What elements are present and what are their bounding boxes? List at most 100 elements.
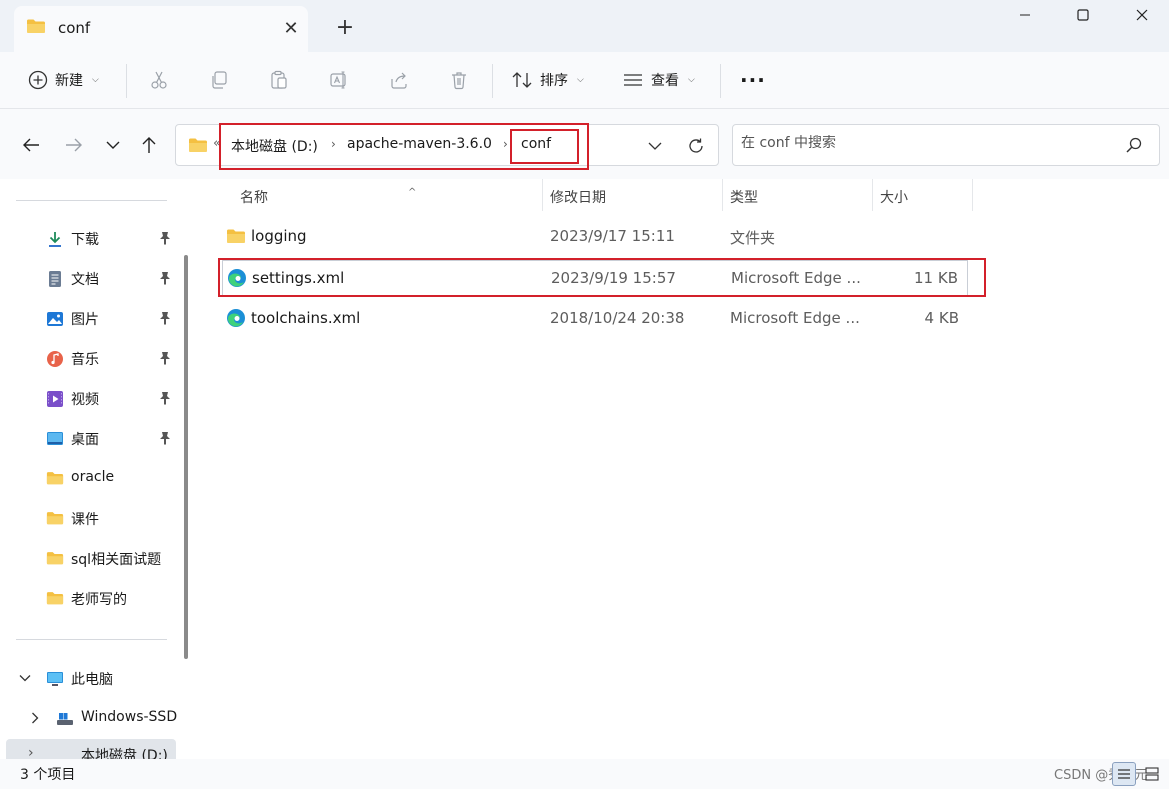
- nav-item-windows-ssd[interactable]: Windows-SSD: [0, 699, 196, 739]
- nav-scrollbar[interactable]: [184, 255, 188, 659]
- back-button[interactable]: [16, 130, 46, 160]
- pin-icon[interactable]: [159, 351, 171, 369]
- nav-item-this-pc[interactable]: 此电脑: [0, 659, 180, 699]
- folder-icon: [46, 550, 64, 568]
- file-row[interactable]: settings.xml 2023/9/19 15:57 Microsoft E…: [222, 260, 968, 296]
- edge-icon: [226, 309, 246, 332]
- pin-icon[interactable]: [159, 431, 171, 449]
- pin-icon[interactable]: [159, 391, 171, 409]
- video-icon: [46, 390, 64, 408]
- toolbar-divider: [720, 64, 721, 98]
- chevron-right-icon[interactable]: ›: [331, 137, 336, 151]
- sort-ascending-icon: ^: [408, 187, 417, 198]
- nav-item-music[interactable]: 音乐: [0, 339, 180, 379]
- copy-icon[interactable]: [205, 66, 233, 94]
- breadcrumb-apache-maven[interactable]: apache-maven-3.6.0: [347, 136, 492, 152]
- computer-icon: [46, 670, 64, 688]
- search-input[interactable]: [741, 135, 1111, 151]
- column-header-size[interactable]: 大小: [872, 179, 972, 211]
- search-icon[interactable]: [1125, 136, 1143, 158]
- chevron-down-icon[interactable]: [18, 671, 32, 685]
- address-bar[interactable]: « 本地磁盘 (D:) › apache-maven-3.6.0 › conf: [175, 124, 719, 166]
- nav-item-desktop[interactable]: 桌面: [0, 419, 180, 459]
- view-button-label: 查看: [651, 73, 679, 89]
- nav-item-label: oracle: [71, 469, 115, 485]
- file-name: logging: [251, 227, 307, 245]
- file-size: 11 KB: [914, 269, 958, 287]
- nav-item-label: 桌面: [71, 432, 99, 448]
- file-row[interactable]: toolchains.xml 2018/10/24 20:38 Microsof…: [222, 301, 968, 337]
- file-row[interactable]: logging 2023/9/17 15:11 文件夹: [222, 219, 968, 255]
- address-dropdown-button[interactable]: [644, 135, 666, 157]
- window-close-button[interactable]: [1117, 0, 1167, 30]
- more-options-button[interactable]: ···: [740, 62, 766, 98]
- nav-item-drive-d[interactable]: › 本地磁盘 (D:): [6, 739, 176, 759]
- title-bar: conf ✕ +: [0, 0, 1169, 52]
- cut-icon[interactable]: [145, 66, 173, 94]
- breadcrumb-drive-d[interactable]: 本地磁盘 (D:): [231, 136, 318, 156]
- picture-icon: [46, 310, 64, 328]
- breadcrumb-overflow[interactable]: «: [213, 136, 221, 151]
- nav-item-videos[interactable]: 视频: [0, 379, 180, 419]
- file-size: 4 KB: [924, 309, 959, 327]
- chevron-right-icon[interactable]: ›: [503, 137, 508, 151]
- arrow-right-icon: [66, 138, 82, 152]
- column-header-name[interactable]: 名称 ^: [222, 179, 542, 211]
- forward-button[interactable]: [59, 130, 89, 160]
- file-list-pane: 名称 ^ 修改日期 类型 大小 logging 2023/9/17 15:11 …: [196, 179, 1169, 759]
- details-view-button[interactable]: [1112, 762, 1136, 786]
- share-icon[interactable]: [385, 66, 413, 94]
- new-button[interactable]: 新建 ⌵: [28, 62, 99, 98]
- nav-item-label: 老师写的: [71, 592, 127, 608]
- view-button[interactable]: 查看 ⌵: [622, 62, 695, 98]
- paste-icon[interactable]: [265, 66, 293, 94]
- new-tab-button[interactable]: +: [330, 12, 360, 42]
- nav-item-downloads[interactable]: 下载: [0, 219, 180, 259]
- tiles-view-icon: [1145, 767, 1159, 781]
- file-date: 2023/9/19 15:57: [551, 269, 676, 287]
- column-header-label: 修改日期: [550, 190, 606, 206]
- search-box[interactable]: [732, 124, 1160, 166]
- column-divider[interactable]: [972, 179, 973, 211]
- delete-icon[interactable]: [445, 66, 473, 94]
- nav-item-documents[interactable]: 文档: [0, 259, 180, 299]
- tab-conf[interactable]: conf ✕: [14, 6, 308, 52]
- pin-icon[interactable]: [159, 271, 171, 289]
- recent-locations-button[interactable]: [98, 130, 128, 160]
- column-header-label: 名称: [240, 190, 268, 206]
- download-icon: [46, 230, 64, 248]
- folder-icon: [188, 137, 208, 157]
- chevron-right-icon[interactable]: [28, 711, 42, 725]
- up-button[interactable]: [134, 130, 164, 160]
- chevron-right-icon[interactable]: ›: [28, 745, 34, 759]
- nav-item-label: 图片: [71, 312, 99, 328]
- column-header-type[interactable]: 类型: [722, 179, 872, 211]
- nav-item-pictures[interactable]: 图片: [0, 299, 180, 339]
- pin-icon[interactable]: [159, 231, 171, 249]
- edge-icon: [227, 269, 247, 292]
- nav-divider: [16, 200, 167, 201]
- nav-item-label: 文档: [71, 272, 99, 288]
- file-date: 2023/9/17 15:11: [550, 227, 675, 245]
- maximize-button[interactable]: [1058, 0, 1108, 30]
- more-icon: ···: [740, 68, 766, 92]
- sort-button[interactable]: 排序 ⌵: [511, 62, 584, 98]
- file-type: Microsoft Edge ...: [730, 309, 860, 327]
- nav-item-sql-questions[interactable]: sql相关面试题: [0, 539, 180, 579]
- close-tab-icon[interactable]: ✕: [278, 15, 304, 41]
- breadcrumb-conf[interactable]: conf: [521, 136, 551, 152]
- chevron-down-icon: ⌵: [577, 75, 584, 85]
- nav-item-oracle[interactable]: oracle: [0, 459, 180, 499]
- minimize-button[interactable]: [1000, 0, 1050, 30]
- tiles-view-button[interactable]: [1140, 762, 1164, 786]
- details-view-icon: [1118, 769, 1130, 779]
- nav-item-courseware[interactable]: 课件: [0, 499, 180, 539]
- chevron-down-icon: ⌵: [92, 75, 99, 85]
- tab-title: conf: [58, 19, 91, 37]
- column-header-date[interactable]: 修改日期: [542, 179, 722, 211]
- nav-item-teacher-written[interactable]: 老师写的: [0, 579, 180, 619]
- refresh-button[interactable]: [684, 134, 708, 158]
- folder-icon: [226, 228, 246, 248]
- pin-icon[interactable]: [159, 311, 171, 329]
- rename-icon[interactable]: [325, 66, 353, 94]
